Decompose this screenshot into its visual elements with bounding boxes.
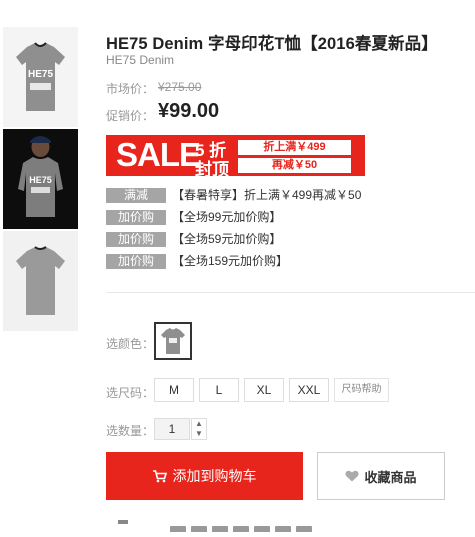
quantity-input[interactable]: 1 [154,418,190,440]
promotion-tag: 满减 [106,188,166,203]
banner-sale-text: SALE [116,136,201,173]
size-option-xxl[interactable]: XXL [289,378,329,402]
share-icons-row [170,519,317,537]
tshirt-swatch-icon [161,328,185,354]
decrement-icon[interactable]: ▼ [192,429,206,439]
section-divider [106,292,475,293]
promotion-text: 【全场159元加价购】 [172,254,289,268]
cart-icon [152,469,167,482]
promotion-tag: 加价购 [106,210,166,225]
thumbnail-front[interactable]: HE75 [3,27,78,127]
share-icon[interactable] [170,526,186,532]
thumbnail-print-text: HE75 [28,69,53,80]
share-icon[interactable] [275,526,291,532]
promotion-row[interactable]: 满减 【春暑特享】折上满￥499再减￥50 [106,188,361,203]
tshirt-front-image: HE75 [16,42,65,111]
sale-price-label: 促销价： [106,109,155,123]
product-brand: HE75 Denim [106,53,175,67]
share-icon[interactable] [212,526,228,532]
product-title: HE75 Denim 字母印花T恤【2016春夏新品】 [106,35,438,53]
size-option-m[interactable]: M [154,378,194,402]
share-icon[interactable] [296,526,312,532]
color-swatch-gray[interactable] [154,322,192,360]
banner-line-1: 折上满￥499 [238,140,351,155]
model-photo-image: HE75 [18,136,63,217]
size-help-button[interactable]: 尺码帮助 [334,378,389,402]
banner-line-2: 再减￥50 [238,158,351,173]
share-icon[interactable] [191,526,207,532]
size-label: 选尺码： [106,386,155,400]
quantity-label: 选数量： [106,424,155,438]
sale-banner: SALE 5 折 封顶 折上满￥499 再减￥50 [106,135,365,179]
favorite-label: 收藏商品 [364,469,417,485]
add-to-cart-label: 添加到购物车 [172,468,257,484]
tshirt-back-image [16,246,65,315]
add-to-cart-button[interactable]: 添加到购物车 [106,452,303,500]
promotion-tag: 加价购 [106,254,166,269]
banner-cap-text: 封顶 [195,160,229,179]
heart-icon [345,470,360,482]
thumbnail-model[interactable]: HE75 [3,129,78,229]
size-option-xl[interactable]: XL [244,378,284,402]
promotion-row[interactable]: 加价购 【全场99元加价购】 [106,210,281,225]
thumbnail-back[interactable] [3,231,78,331]
increment-icon[interactable]: ▲ [192,419,206,429]
promotion-row[interactable]: 加价购 【全场159元加价购】 [106,254,288,269]
promotion-row[interactable]: 加价购 【全场59元加价购】 [106,232,281,247]
color-label: 选颜色： [106,337,155,351]
share-icon[interactable] [254,526,270,532]
promotion-text: 【春暑特享】折上满￥499再减￥50 [172,188,362,202]
thumbnail-print-text: HE75 [29,175,52,185]
share-icon[interactable] [118,520,128,524]
promotion-text: 【全场99元加价购】 [172,210,282,224]
share-icon[interactable] [233,526,249,532]
favorite-button[interactable]: 收藏商品 [317,452,445,500]
market-price-label: 市场价： [106,82,155,96]
market-price: ¥275.00 [158,80,202,94]
thumbnail-list: HE75 HE75 [3,27,78,333]
promotion-text: 【全场59元加价购】 [172,232,282,246]
quantity-stepper[interactable]: ▲ ▼ [191,418,207,440]
sale-price: ¥99.00 [158,100,220,122]
promotion-tag: 加价购 [106,232,166,247]
size-option-l[interactable]: L [199,378,239,402]
